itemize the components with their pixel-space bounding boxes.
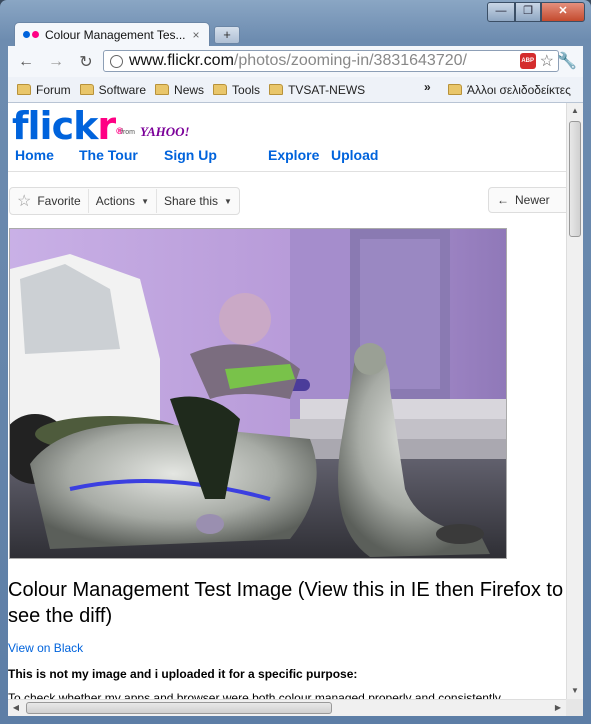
flickr-nav: Home The Tour Sign Up Explore Upload [15,147,378,163]
flickr-logo[interactable]: flickr® [12,104,124,148]
favorite-button[interactable]: ☆ Favorite [10,189,89,213]
caret-down-icon: ▼ [141,196,149,206]
bookmark-folder-tools[interactable]: Tools [213,83,260,97]
from-label: from [121,129,135,136]
back-button[interactable]: ← [14,53,38,71]
folder-icon [269,84,284,95]
nav-home[interactable]: Home [15,147,79,163]
main-photo[interactable] [9,228,507,559]
scroll-right-icon[interactable]: ▶ [550,700,566,716]
maximize-button[interactable]: ❐ [515,2,541,22]
bookmark-folder-forum[interactable]: Forum [17,83,71,97]
browser-tab[interactable]: Colour Management Tes... × [14,22,210,46]
other-bookmarks-folder[interactable]: Άλλοι σελιδοδείκτες [448,83,571,97]
browser-window: — ❐ ✕ Colour Management Tes... × + ← → ↻… [0,0,591,724]
nav-explore[interactable]: Explore [268,147,331,163]
bookmark-folder-software[interactable]: Software [79,83,146,97]
scroll-up-icon[interactable]: ▲ [567,103,583,119]
yahoo-logo: YAHOO! [140,124,190,139]
photo-action-bar: ☆ Favorite Actions ▼ Share this ▼ [9,187,240,215]
star-icon: ☆ [17,193,32,210]
minimize-button[interactable]: — [487,2,515,22]
nav-the-tour[interactable]: The Tour [79,147,164,163]
window-controls: — ❐ ✕ [487,2,585,22]
url-text[interactable]: www.flickr.com/photos/zooming-in/3831643… [129,52,520,70]
folder-icon [17,84,31,95]
bookmarks-overflow-chevron-icon[interactable]: » [424,80,431,94]
folder-icon [155,84,170,95]
scrollbar-corner [566,699,583,716]
bookmarks-bar: Forum Software News Tools TVSAT-NEWS » Ά… [8,77,583,103]
view-on-black-link[interactable]: View on Black [8,641,83,655]
share-this-button[interactable]: Share this ▼ [157,189,239,213]
folder-icon [79,84,94,95]
newer-photo-button[interactable]: ← Newer [488,187,568,213]
page-icon [110,54,123,68]
tab-close-icon[interactable]: × [189,28,203,42]
address-bar[interactable]: www.flickr.com/photos/zooming-in/3831643… [103,50,559,72]
caret-down-icon: ▼ [224,196,232,206]
folder-icon [213,84,228,95]
header-divider [8,171,566,172]
forward-button[interactable]: → [44,53,68,71]
reload-button[interactable]: ↻ [74,52,98,72]
adblock-icon[interactable]: ABP [519,53,536,69]
folder-icon [448,84,462,95]
wrench-menu-icon[interactable]: 🔧 [557,51,577,71]
close-window-button[interactable]: ✕ [541,2,585,22]
description-heading: This is not my image and i uploaded it f… [8,667,358,681]
vertical-scroll-thumb[interactable] [569,121,581,237]
bookmark-star-icon[interactable]: ☆ [540,51,554,71]
vertical-scrollbar[interactable]: ▲ ▼ [566,103,583,699]
nav-upload[interactable]: Upload [331,147,378,163]
nav-sign-up[interactable]: Sign Up [164,147,268,163]
horizontal-scroll-thumb[interactable] [26,702,332,714]
new-tab-button[interactable]: + [214,26,240,44]
scroll-down-icon[interactable]: ▼ [567,683,583,699]
flickr-favicon-icon [23,31,39,38]
horizontal-scrollbar[interactable]: ◀ ▶ [8,699,566,716]
photo-scooter-boy [10,229,506,558]
arrow-left-icon: ← [497,193,509,207]
browser-toolbar: ← → ↻ www.flickr.com/photos/zooming-in/3… [8,46,583,77]
bookmark-folder-news[interactable]: News [155,83,204,97]
tab-title: Colour Management Tes... [45,27,186,42]
page-viewport: flickr® from YAHOO! Home The Tour Sign U… [8,103,583,716]
photo-title: Colour Management Test Image (View this … [8,579,564,627]
bookmark-folder-tvsat-news[interactable]: TVSAT-NEWS [269,83,365,97]
scroll-left-icon[interactable]: ◀ [8,700,24,716]
actions-menu-button[interactable]: Actions ▼ [89,189,157,213]
